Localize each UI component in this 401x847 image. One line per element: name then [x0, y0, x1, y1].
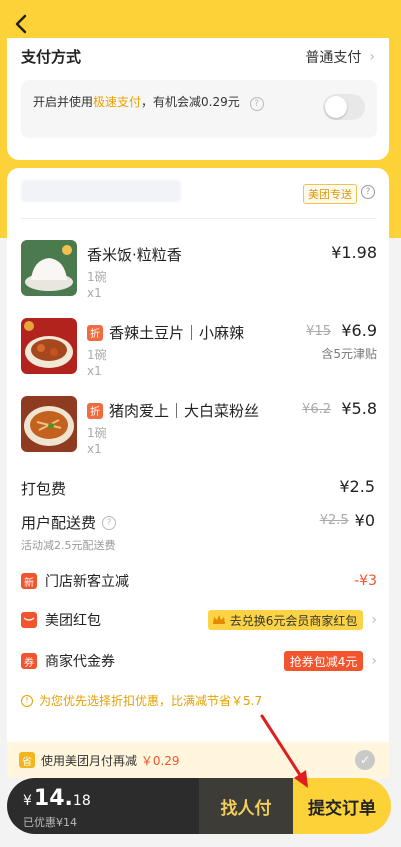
- voucher-row[interactable]: 券 商家代金券 抢券包减4元 ›: [21, 650, 377, 672]
- fast-pay-toggle[interactable]: [323, 94, 365, 120]
- divider: [21, 218, 377, 219]
- delivery-fee-label: 用户配送费: [21, 514, 97, 532]
- vip-exchange-text: 去兑换6元会员商家红包: [229, 613, 358, 628]
- chevron-right-icon: ›: [371, 612, 377, 628]
- delivery-badge: 美团专送: [303, 184, 357, 204]
- vip-exchange-badge: 去兑换6元会员商家红包: [207, 610, 364, 630]
- submit-order-button[interactable]: 提交订单: [293, 778, 391, 834]
- item-name: 猪肉爱上｜大白菜粉丝: [109, 402, 260, 420]
- check-icon[interactable]: ✓: [355, 750, 375, 770]
- info-icon: !: [21, 694, 33, 707]
- monthly-pay-icon: 省: [19, 752, 35, 768]
- total-price-section: ¥14.18 已优惠¥14: [7, 778, 199, 834]
- voucher-label: 商家代金券: [45, 654, 115, 670]
- item-price: ¥6.9: [341, 321, 377, 340]
- new-customer-icon: 新: [21, 573, 37, 589]
- voucher-badge: 抢券包减4元: [283, 651, 364, 671]
- promo-suffix: ，有机会减0.29元: [141, 95, 240, 109]
- fast-pay-promo-text: 开启并使用极速支付，有机会减0.29元 ?: [33, 93, 264, 111]
- item-name: 香辣土豆片｜小麻辣: [109, 324, 245, 342]
- payment-method-title: 支付方式: [21, 48, 82, 66]
- item-original-price: ¥15: [306, 324, 331, 339]
- red-packet-icon: [21, 612, 37, 628]
- toggle-knob: [325, 96, 347, 118]
- new-customer-label: 门店新客立减: [45, 574, 129, 590]
- item-price: ¥1.98: [331, 243, 377, 262]
- monthly-pay-bar[interactable]: 省 使用美团月付再减 ￥0.29 ✓: [7, 742, 389, 778]
- store-name-blurred: [21, 180, 181, 202]
- discount-tip-text: 为您优先选择折扣优惠，比满减节省￥5.7: [39, 694, 263, 708]
- monthly-pay-amount: ￥0.29: [140, 753, 180, 768]
- new-customer-value: -¥3: [354, 573, 377, 589]
- packing-fee-label: 打包费: [21, 480, 67, 498]
- item-price: ¥5.8: [341, 399, 377, 418]
- discount-tag: 折: [87, 324, 103, 341]
- voucher-icon: 券: [21, 653, 37, 669]
- item-original-price: ¥6.2: [302, 402, 331, 417]
- question-icon[interactable]: ?: [361, 185, 375, 199]
- fast-pay-promo: 开启并使用极速支付，有机会减0.29元 ?: [21, 80, 377, 138]
- delivery-fee-value-row: ¥2.5 ¥0: [320, 511, 375, 530]
- help-icon[interactable]: ?: [102, 515, 117, 530]
- item-quantity: x1: [87, 286, 102, 300]
- friend-pay-button[interactable]: 找人付: [199, 778, 293, 834]
- delivery-fee-original: ¥2.5: [319, 513, 349, 528]
- saved-amount: 已优惠¥14: [23, 816, 77, 829]
- delivery-fee-label-row: 用户配送费 ?: [21, 512, 117, 533]
- crown-icon: [212, 615, 225, 624]
- help-icon[interactable]: ?: [249, 97, 264, 111]
- total-price: ¥14.18: [23, 786, 91, 811]
- item-subsidy: 含5元津贴: [321, 347, 377, 361]
- food-thumbnail: [21, 396, 77, 452]
- item-name-row: 折 猪肉爱上｜大白菜粉丝: [87, 400, 259, 421]
- chevron-left-icon: [15, 14, 27, 34]
- total-integer: 14.: [33, 786, 73, 811]
- promo-prefix: 开启并使用: [33, 95, 94, 109]
- item-unit: 1碗: [87, 348, 107, 362]
- discount-tip: ! 为您优先选择折扣优惠，比满减节省￥5.7: [21, 692, 262, 709]
- monthly-pay-text: 使用美团月付再减 ￥0.29: [41, 752, 180, 769]
- currency-symbol: ¥: [23, 793, 32, 809]
- order-card: 美团专送 ? 香米饭·粒粒香 1碗 x1 ¥1.98 折 香辣土豆片｜小麻辣 1…: [7, 168, 389, 758]
- new-customer-discount-row: 新 门店新客立减 -¥3: [21, 570, 377, 592]
- item-unit: 1碗: [87, 426, 107, 440]
- payment-method-value: 普通支付: [305, 50, 362, 66]
- payment-card: 支付方式 普通支付 › 开启并使用极速支付，有机会减0.29元 ?: [7, 38, 389, 160]
- delivery-fee-note: 活动减2.5元配送费: [21, 539, 116, 552]
- food-thumbnail: [21, 318, 77, 374]
- list-item[interactable]: 折 猪肉爱上｜大白菜粉丝 1碗 x1 ¥6.2 ¥5.8: [21, 396, 377, 466]
- discount-tag: 折: [87, 402, 103, 419]
- red-packet-action[interactable]: 去兑换6元会员商家红包 ›: [207, 610, 377, 630]
- red-packet-row[interactable]: 美团红包 去兑换6元会员商家红包 ›: [21, 609, 377, 631]
- promo-highlight: 极速支付: [93, 95, 142, 109]
- red-packet-label: 美团红包: [45, 613, 101, 629]
- monthly-pay-label: 使用美团月付再减: [41, 753, 138, 768]
- packing-fee-value: ¥2.5: [339, 477, 375, 496]
- total-decimal: 18: [72, 793, 91, 809]
- food-thumbnail: [21, 240, 77, 296]
- chevron-right-icon: ›: [369, 49, 375, 65]
- item-name: 香米饭·粒粒香: [87, 246, 182, 264]
- back-button[interactable]: [8, 10, 34, 38]
- list-item[interactable]: 香米饭·粒粒香 1碗 x1 ¥1.98: [21, 240, 377, 310]
- chevron-right-icon: ›: [371, 653, 377, 669]
- item-quantity: x1: [87, 442, 102, 456]
- item-quantity: x1: [87, 364, 102, 378]
- payment-method-selector[interactable]: 普通支付 ›: [305, 47, 375, 67]
- item-name-row: 折 香辣土豆片｜小麻辣: [87, 322, 244, 343]
- delivery-fee-value: ¥0: [354, 511, 375, 530]
- voucher-action[interactable]: 抢券包减4元 ›: [283, 651, 377, 671]
- checkout-bar: ¥14.18 已优惠¥14 找人付 提交订单: [7, 778, 391, 834]
- item-unit: 1碗: [87, 270, 107, 284]
- list-item[interactable]: 折 香辣土豆片｜小麻辣 1碗 x1 ¥15 ¥6.9 含5元津贴: [21, 318, 377, 388]
